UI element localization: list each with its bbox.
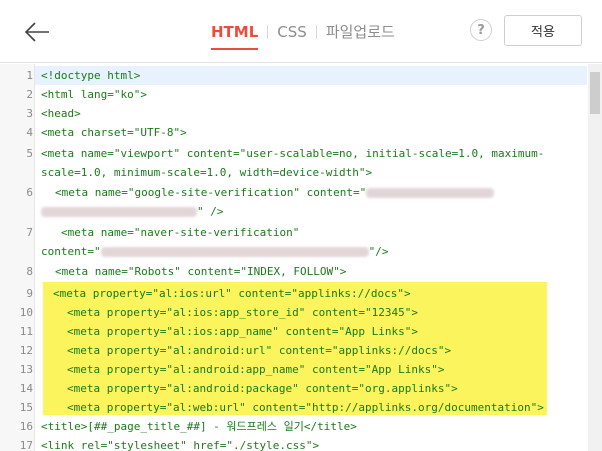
code-text: scale=1.0, minimum-scale=1.0, width=devi… — [41, 166, 373, 179]
editor-tabs: HTML CSS 파일업로드 — [211, 21, 395, 50]
redacted-value — [100, 247, 369, 257]
code-text: <!doctype html> — [41, 69, 141, 82]
line-number: 12 — [19, 344, 33, 357]
line-number: 6 — [26, 186, 33, 199]
code-text: <meta name="Robots" content="INDEX, FOLL… — [55, 265, 347, 278]
code-text: <meta name="google-site-verification" co… — [55, 183, 495, 202]
line-number: 10 — [19, 306, 33, 319]
vertical-scrollbar[interactable] — [588, 64, 602, 451]
line-number: 15 — [19, 401, 33, 414]
code-text: <meta name="viewport" content="user-scal… — [41, 147, 545, 160]
code-text: <meta name="naver-site-verification" — [61, 226, 300, 239]
tab-file-upload[interactable]: 파일업로드 — [326, 21, 395, 42]
line-number: 4 — [26, 126, 33, 139]
code-text: <link rel="stylesheet" href="./style.css… — [41, 439, 320, 451]
line-number: 17 — [19, 439, 33, 451]
tab-divider — [315, 24, 317, 39]
arrow-left-icon — [24, 22, 49, 42]
code-text: " /> — [41, 202, 224, 221]
editor-window: HTML CSS 파일업로드 ? 적용 1 <!doctype html> 2 … — [0, 0, 602, 451]
back-button[interactable] — [22, 17, 52, 47]
code-text: content=" "/> — [41, 245, 389, 258]
scrollbar-thumb[interactable] — [590, 72, 600, 114]
code-text: <meta property="al:android:app_name" con… — [67, 363, 445, 376]
code-text: <meta property="al:ios:app_store_id" con… — [67, 306, 418, 319]
code-text: <meta property="al:ios:url" content="app… — [53, 287, 411, 300]
code-text: <meta property="al:android:url" content=… — [67, 344, 452, 357]
code-text: <meta property="al:android:package" cont… — [67, 382, 458, 395]
code-text: <head> — [41, 107, 81, 120]
top-toolbar: HTML CSS 파일업로드 ? 적용 — [0, 0, 602, 63]
code-text: <meta charset="UTF-8"> — [41, 126, 187, 139]
line-number: 9 — [26, 287, 33, 300]
tab-css[interactable]: CSS — [277, 23, 307, 41]
help-button[interactable]: ? — [470, 19, 492, 41]
code-text: <meta property="al:ios:app_name" content… — [67, 325, 418, 338]
redacted-value — [41, 207, 197, 217]
line-number: 5 — [26, 147, 33, 160]
line-number: 11 — [19, 325, 33, 338]
line-number: 1 — [26, 69, 33, 82]
apply-button[interactable]: 적용 — [504, 15, 582, 46]
line-number: 14 — [19, 382, 33, 395]
line-number: 3 — [26, 107, 33, 120]
line-number: 2 — [26, 88, 33, 101]
line-number: 7 — [26, 226, 33, 239]
line-number: 8 — [26, 265, 33, 278]
redacted-value — [366, 188, 495, 198]
code-editor[interactable]: 1 <!doctype html> 2 <html lang="ko"> 3 <… — [0, 64, 602, 451]
code-text: <html lang="ko"> — [41, 88, 147, 101]
code-text: <title>[##_page_title_##] - 워드프레스 일기</ti… — [41, 420, 357, 433]
line-number: 13 — [19, 363, 33, 376]
tab-divider — [267, 24, 269, 39]
tab-html[interactable]: HTML — [211, 23, 259, 50]
line-number: 16 — [19, 420, 33, 433]
code-text: <meta property="al:web:url" content="htt… — [67, 401, 544, 414]
